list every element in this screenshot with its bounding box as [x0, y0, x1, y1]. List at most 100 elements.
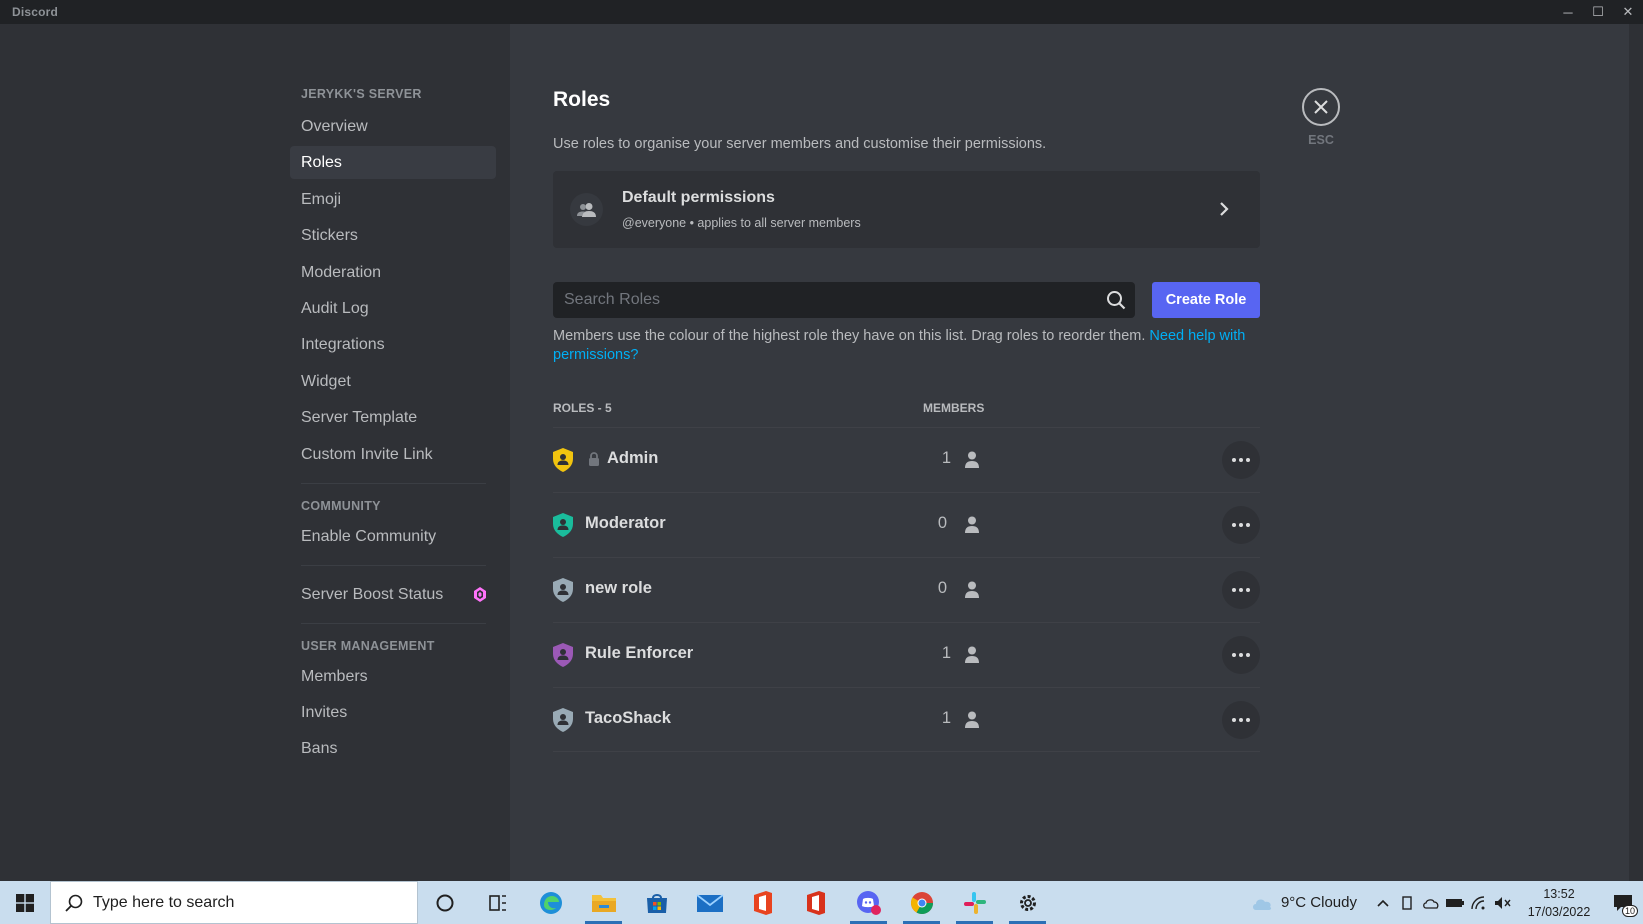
create-role-button[interactable]: Create Role [1152, 282, 1260, 318]
role-more-options-button[interactable] [1222, 441, 1260, 479]
cortana-icon [436, 894, 453, 911]
sidebar-item-server-boost-status[interactable]: Server Boost Status [290, 578, 496, 611]
more-dots-icon [1232, 588, 1250, 592]
sidebar-item-members[interactable]: Members [290, 660, 496, 693]
sidebar-item-enable-community[interactable]: Enable Community [290, 520, 496, 553]
search-roles-input[interactable] [553, 282, 1093, 318]
task-view-icon [488, 894, 506, 911]
close-settings-button[interactable] [1302, 88, 1340, 126]
sidebar-item-invites[interactable]: Invites [290, 696, 496, 729]
role-more-options-button[interactable] [1222, 571, 1260, 609]
minimize-button[interactable]: ─ [1553, 0, 1583, 24]
taskbar-app-file-explorer[interactable] [577, 881, 630, 924]
sidebar-item-overview[interactable]: Overview [290, 110, 496, 143]
sidebar-item-audit-log[interactable]: Audit Log [290, 292, 496, 325]
tray-device-icon-button[interactable] [1395, 881, 1419, 924]
sidebar-item-moderation[interactable]: Moderation [290, 256, 496, 289]
search-icon [1107, 291, 1126, 310]
title-bar: Discord ─ ☐ ✕ [0, 0, 1643, 24]
sidebar-item-stickers[interactable]: Stickers [290, 219, 496, 252]
weather-text: 9°C Cloudy [1280, 894, 1357, 911]
role-name: TacoShack [585, 709, 671, 727]
taskbar-clock[interactable]: 13:52 17/03/2022 [1515, 885, 1603, 921]
system-tray: 9°C Cloudy 13:52 17/03/2022 10 [1251, 881, 1643, 924]
taskbar-app-edge[interactable] [524, 881, 577, 924]
roles-column-header: ROLES - 5 [553, 401, 612, 415]
sidebar-item-server-template[interactable]: Server Template [290, 401, 496, 434]
taskbar-app-discord[interactable] [842, 881, 895, 924]
volume-button[interactable] [1491, 881, 1515, 924]
more-dots-icon [1232, 653, 1250, 657]
chrome-icon [910, 891, 933, 914]
taskbar-search-box[interactable]: Type here to search [50, 881, 418, 924]
boost-gem-icon [474, 586, 486, 602]
cloud-icon [1252, 899, 1272, 910]
clock-date: 17/03/2022 [1527, 904, 1591, 919]
help-text-body: Members use the colour of the highest ro… [553, 328, 1150, 344]
role-row-tacoshack[interactable]: TacoShack 1 [553, 687, 1260, 752]
more-dots-icon [1232, 523, 1250, 527]
cortana-button[interactable] [418, 881, 471, 924]
role-row-new-role[interactable]: new role 0 [553, 557, 1260, 622]
onedrive-button[interactable] [1419, 881, 1443, 924]
search-icon [65, 894, 83, 912]
sidebar-item-roles[interactable]: Roles [290, 146, 496, 180]
start-button[interactable] [0, 881, 50, 924]
default-permissions-title: Default permissions [622, 189, 775, 206]
member-icon [965, 646, 979, 663]
maximize-button[interactable]: ☐ [1583, 0, 1613, 24]
role-shield-icon [553, 643, 573, 667]
windows-logo-icon [16, 893, 34, 912]
role-shield-icon [553, 448, 573, 472]
gear-icon [1019, 894, 1036, 911]
scrollbar-track[interactable] [1629, 24, 1643, 881]
page-description: Use roles to organise your server member… [553, 136, 1047, 152]
default-permissions-card[interactable]: Default permissions @everyone • applies … [553, 171, 1260, 248]
roles-list: Admin 1 Moderator 0 new role 0 Rule Enfo… [553, 427, 1260, 752]
role-more-options-button[interactable] [1222, 636, 1260, 674]
taskbar-app-mail[interactable] [683, 881, 736, 924]
role-row-admin[interactable]: Admin 1 [553, 427, 1260, 492]
notification-count-badge: 10 [1621, 905, 1638, 917]
taskbar-app-settings[interactable] [1001, 881, 1054, 924]
network-button[interactable] [1467, 881, 1491, 924]
taskbar-app-slack[interactable] [948, 881, 1001, 924]
user-management-header: USER MANAGEMENT [301, 638, 435, 653]
role-member-count: 0 [937, 579, 947, 597]
sidebar-divider [301, 482, 486, 484]
people-icon [570, 193, 603, 226]
taskbar-app-office-2[interactable] [789, 881, 842, 924]
taskbar-search-placeholder: Type here to search [93, 893, 235, 911]
close-icon [1314, 100, 1328, 114]
show-hidden-icons-button[interactable] [1371, 881, 1395, 924]
slack-icon [963, 891, 986, 914]
default-permissions-subtitle: @everyone • applies to all server member… [622, 216, 861, 230]
role-member-count: 1 [941, 709, 951, 727]
weather-widget[interactable]: 9°C Cloudy [1251, 894, 1357, 911]
role-name: Admin [607, 449, 659, 467]
sidebar-item-custom-invite-link[interactable]: Custom Invite Link [290, 438, 496, 471]
notification-center-button[interactable]: 10 [1603, 881, 1643, 924]
sidebar-item-emoji[interactable]: Emoji [290, 183, 496, 216]
sidebar-item-widget[interactable]: Widget [290, 365, 496, 398]
taskbar-app-store[interactable] [630, 881, 683, 924]
taskbar-app-chrome[interactable] [895, 881, 948, 924]
task-view-button[interactable] [471, 881, 524, 924]
role-row-rule-enforcer[interactable]: Rule Enforcer 1 [553, 622, 1260, 687]
role-more-options-button[interactable] [1222, 506, 1260, 544]
close-window-button[interactable]: ✕ [1613, 0, 1643, 24]
sidebar-item-integrations[interactable]: Integrations [290, 328, 496, 361]
battery-button[interactable] [1443, 881, 1467, 924]
esc-label: ESC [1308, 133, 1334, 147]
roles-table-header: ROLES - 5 MEMBERS [553, 401, 1260, 415]
more-dots-icon [1232, 458, 1250, 462]
sidebar-item-bans[interactable]: Bans [290, 732, 496, 765]
role-shield-icon [553, 708, 573, 732]
taskbar-app-office[interactable] [736, 881, 789, 924]
community-header: COMMUNITY [301, 498, 381, 513]
role-name: new role [585, 579, 652, 597]
settings-sidebar: JERYKK'S SERVER Overview Roles Emoji Sti… [0, 24, 510, 881]
battery-icon [1446, 898, 1464, 907]
role-more-options-button[interactable] [1222, 701, 1260, 739]
role-row-moderator[interactable]: Moderator 0 [553, 492, 1260, 557]
